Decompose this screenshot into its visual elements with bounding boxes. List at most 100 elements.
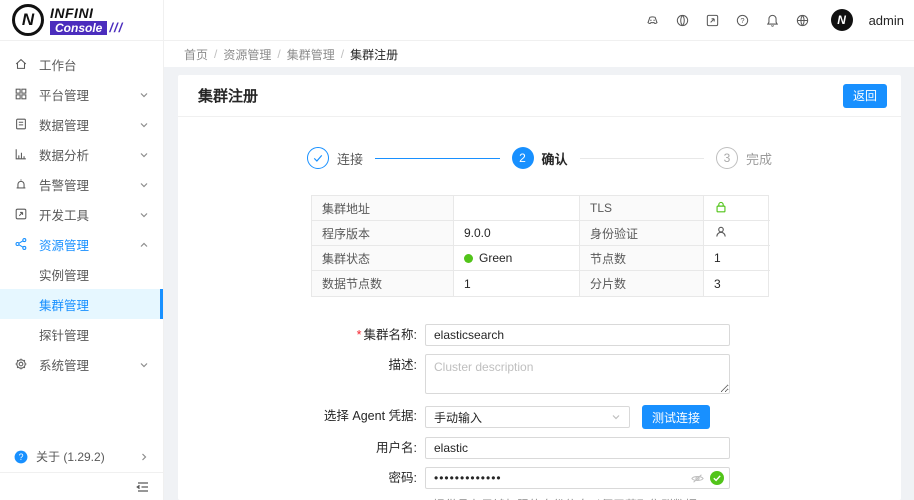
brand-logo[interactable]: N INFINI Console /// bbox=[0, 0, 164, 40]
step-connect: 连接 bbox=[307, 147, 363, 169]
step-connector bbox=[375, 158, 499, 159]
sidebar-menu: 工作台 平台管理 数据管理 bbox=[0, 41, 163, 440]
brand-text: INFINI Console /// bbox=[50, 6, 123, 35]
data-icon bbox=[14, 117, 29, 132]
breadcrumb-home[interactable]: 首页 bbox=[184, 46, 208, 63]
sidebar-item-label: 数据管理 bbox=[39, 115, 139, 134]
website-icon[interactable] bbox=[675, 12, 691, 28]
cluster-name-row: *集群名称: bbox=[311, 324, 901, 346]
password-label: 密码: bbox=[311, 467, 425, 489]
top-bar: N INFINI Console /// bbox=[0, 0, 914, 41]
eye-invisible-icon[interactable] bbox=[690, 471, 705, 486]
sidebar-item-workbench[interactable]: 工作台 bbox=[0, 49, 163, 79]
notification-bell-icon[interactable] bbox=[765, 12, 781, 28]
sidebar-item-label: 工作台 bbox=[39, 55, 149, 74]
discord-icon[interactable] bbox=[645, 12, 661, 28]
cluster-overview-table: 集群地址 TLS 程序版本 9.0.0 身份验证 bbox=[311, 195, 769, 297]
shard-count-label: 分片数 bbox=[580, 271, 704, 296]
breadcrumb-separator: / bbox=[341, 47, 344, 61]
cluster-address-label: 集群地址 bbox=[312, 196, 454, 221]
sidebar-item-alerting[interactable]: 告警管理 bbox=[0, 169, 163, 199]
sidebar-item-devtools[interactable]: 开发工具 bbox=[0, 199, 163, 229]
sidebar-subitem-instances[interactable]: 实例管理 bbox=[0, 259, 163, 289]
breadcrumb-clusters[interactable]: 集群管理 bbox=[287, 46, 335, 63]
cluster-name-label: *集群名称: bbox=[311, 324, 425, 346]
agent-credential-row: 选择 Agent 凭据: 手动输入 测试连接 bbox=[311, 405, 901, 429]
step-number: 2 bbox=[512, 147, 534, 169]
step-connector bbox=[580, 158, 704, 159]
brand-name-top: INFINI bbox=[50, 6, 123, 20]
username-input[interactable] bbox=[425, 437, 730, 459]
breadcrumb: 首页 / 资源管理 / 集群管理 / 集群注册 bbox=[164, 41, 914, 67]
sidebar-item-about[interactable]: ? 关于 (1.29.2) bbox=[0, 440, 163, 472]
main-content: 首页 / 资源管理 / 集群管理 / 集群注册 集群注册 返回 bbox=[164, 41, 914, 500]
sidebar-item-resources[interactable]: 资源管理 bbox=[0, 229, 163, 259]
data-node-count-label: 数据节点数 bbox=[312, 271, 454, 296]
node-count-label: 节点数 bbox=[580, 246, 704, 271]
language-globe-icon[interactable] bbox=[795, 12, 811, 28]
sidebar-item-label: 数据分析 bbox=[39, 145, 139, 164]
sidebar-item-data-analysis[interactable]: 数据分析 bbox=[0, 139, 163, 169]
page-title: 集群注册 bbox=[198, 85, 843, 106]
status-text: Green bbox=[479, 251, 512, 265]
tls-value bbox=[704, 196, 770, 221]
app-window: N INFINI Console /// bbox=[0, 0, 914, 500]
cluster-register-card: 集群注册 返回 连接 2 bbox=[178, 75, 901, 500]
chevron-down-icon bbox=[611, 412, 621, 422]
share-network-icon bbox=[14, 237, 29, 252]
username-label[interactable]: admin bbox=[869, 13, 904, 28]
sidebar-item-system[interactable]: 系统管理 bbox=[0, 349, 163, 379]
bar-chart-icon bbox=[14, 147, 29, 162]
sidebar-item-platform[interactable]: 平台管理 bbox=[0, 79, 163, 109]
step-label: 连接 bbox=[337, 149, 363, 168]
password-row: 密码: bbox=[311, 467, 901, 489]
select-value: 手动输入 bbox=[434, 409, 611, 426]
home-icon bbox=[14, 57, 29, 72]
cluster-name-input[interactable] bbox=[425, 324, 730, 346]
cluster-status-value: Green bbox=[454, 246, 580, 271]
sidebar-subitem-probes[interactable]: 探针管理 bbox=[0, 319, 163, 349]
chevron-right-icon bbox=[139, 451, 149, 461]
test-connection-button[interactable]: 测试连接 bbox=[642, 405, 710, 429]
version-label: 程序版本 bbox=[312, 221, 454, 246]
status-green-dot bbox=[464, 254, 473, 263]
step-confirm: 2 确认 bbox=[512, 147, 568, 169]
step-label: 确认 bbox=[542, 149, 568, 168]
username-row: 用户名: bbox=[311, 437, 901, 459]
user-avatar[interactable]: N bbox=[831, 9, 853, 31]
cluster-status-label: 集群状态 bbox=[312, 246, 454, 271]
auth-label: 身份验证 bbox=[580, 221, 704, 246]
sidebar-item-label: 系统管理 bbox=[39, 355, 139, 374]
sidebar-subitem-label: 探针管理 bbox=[39, 325, 89, 344]
step-label: 完成 bbox=[746, 149, 772, 168]
step-check-icon bbox=[307, 147, 329, 169]
menu-fold-icon[interactable] bbox=[135, 479, 151, 495]
platform-icon bbox=[14, 87, 29, 102]
password-input[interactable] bbox=[425, 467, 730, 489]
help-icon[interactable]: ? bbox=[735, 12, 751, 28]
sidebar-subitem-label: 实例管理 bbox=[39, 265, 89, 284]
sidebar: 工作台 平台管理 数据管理 bbox=[0, 41, 164, 500]
username-label: 用户名: bbox=[311, 437, 425, 459]
sidebar-item-label: 资源管理 bbox=[39, 235, 139, 254]
sidebar-item-data-management[interactable]: 数据管理 bbox=[0, 109, 163, 139]
shard-count-value: 3 bbox=[704, 271, 770, 296]
console-icon[interactable] bbox=[705, 12, 721, 28]
sidebar-item-label: 平台管理 bbox=[39, 85, 139, 104]
brand-name-bottom: Console bbox=[50, 21, 107, 35]
agent-credential-label: 选择 Agent 凭据: bbox=[311, 405, 425, 427]
data-node-count-value: 1 bbox=[454, 271, 580, 296]
devtools-icon bbox=[14, 207, 29, 222]
sidebar-subitem-label: 集群管理 bbox=[39, 295, 89, 314]
breadcrumb-separator: / bbox=[277, 47, 280, 61]
cluster-register-form: *集群名称: 描述: bbox=[311, 324, 901, 500]
node-count-value: 1 bbox=[704, 246, 770, 271]
back-button[interactable]: 返回 bbox=[843, 84, 887, 108]
description-textarea[interactable] bbox=[425, 354, 730, 394]
sidebar-subitem-clusters[interactable]: 集群管理 bbox=[0, 289, 163, 319]
tls-label: TLS bbox=[580, 196, 704, 221]
agent-credential-select[interactable]: 手动输入 bbox=[425, 406, 630, 428]
lock-icon bbox=[714, 200, 728, 217]
breadcrumb-resources[interactable]: 资源管理 bbox=[223, 46, 271, 63]
chevron-down-icon bbox=[139, 209, 149, 219]
